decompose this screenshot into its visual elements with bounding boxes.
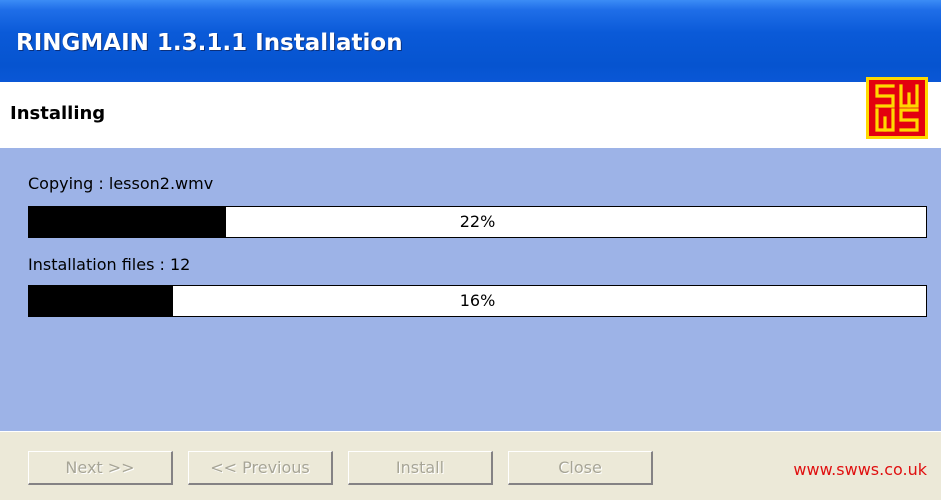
total-progress-text: 16% [459, 291, 496, 310]
next-button[interactable]: Next >> [28, 451, 173, 485]
header-panel: Installing [0, 82, 941, 148]
total-progress-bar: 16% [28, 285, 927, 317]
title-bar[interactable]: RINGMAIN 1.3.1.1 Installation [0, 0, 941, 82]
content-panel: Copying : lesson2.wmv 22% Installation f… [0, 148, 941, 431]
copying-label: Copying : lesson2.wmv [28, 174, 214, 193]
files-count-label: Installation files : 12 [28, 255, 191, 274]
file-progress-text: 22% [459, 212, 496, 231]
page-title: Installing [10, 103, 106, 124]
window-title: RINGMAIN 1.3.1.1 Installation [16, 30, 403, 56]
install-button[interactable]: Install [348, 451, 493, 485]
website-link[interactable]: www.swws.co.uk [793, 460, 927, 479]
file-progress-bar: 22% [28, 206, 927, 238]
previous-button[interactable]: << Previous [188, 451, 333, 485]
close-button[interactable]: Close [508, 451, 653, 485]
footer-bar: Next >> << Previous Install Close www.sw… [0, 431, 941, 500]
swws-logo-icon [866, 77, 928, 139]
